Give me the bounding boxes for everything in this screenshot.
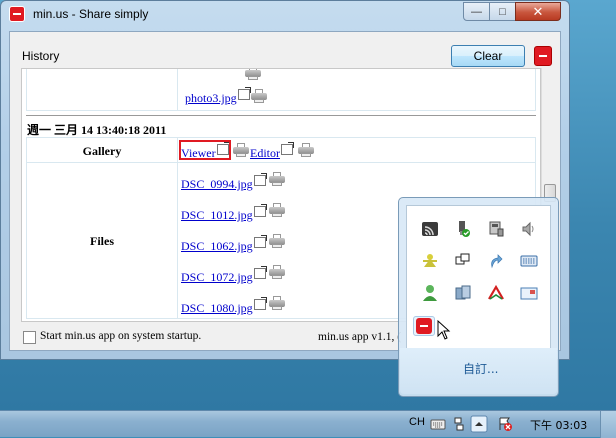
print-icon[interactable] bbox=[233, 143, 249, 157]
file-link[interactable]: DSC_1012.jpg bbox=[181, 204, 267, 223]
window-title: min.us - Share simply bbox=[33, 7, 149, 21]
antivirus-icon[interactable] bbox=[487, 284, 505, 302]
file-link[interactable]: photo3.jpg bbox=[185, 87, 251, 106]
highlight-box bbox=[179, 140, 231, 160]
startup-label[interactable]: Start min.us app on system startup. bbox=[40, 330, 201, 342]
history-block-previous: photo3.jpg bbox=[26, 69, 536, 111]
file-link[interactable]: DSC_1062.jpg bbox=[181, 235, 267, 254]
history-label: History bbox=[22, 49, 60, 63]
safely-remove-icon[interactable] bbox=[454, 220, 472, 238]
language-indicator[interactable]: CH bbox=[409, 416, 425, 428]
show-hidden-icons-icon[interactable] bbox=[470, 415, 488, 433]
update-arrow-icon[interactable] bbox=[487, 252, 505, 270]
startup-checkbox[interactable] bbox=[23, 331, 36, 344]
minus-app-icon[interactable] bbox=[413, 316, 437, 338]
history-timestamp: 週一 三月 14 13:40:18 2011 bbox=[27, 123, 167, 137]
external-link-icon[interactable] bbox=[253, 235, 267, 248]
taskbar: CH 下午 03:03 bbox=[0, 410, 616, 438]
user-icon[interactable] bbox=[421, 284, 439, 302]
file-link[interactable]: DSC_0994.jpg bbox=[181, 173, 267, 192]
external-link-icon[interactable] bbox=[253, 266, 267, 279]
print-icon[interactable] bbox=[298, 143, 314, 157]
minus-close-button[interactable] bbox=[534, 46, 552, 66]
maximize-button[interactable]: □ bbox=[489, 2, 516, 21]
display-icon[interactable] bbox=[454, 252, 472, 270]
external-link-icon[interactable] bbox=[281, 142, 294, 155]
wireless-icon[interactable] bbox=[421, 220, 439, 238]
divider bbox=[26, 115, 536, 116]
security-icon[interactable] bbox=[454, 284, 472, 302]
print-icon[interactable] bbox=[269, 296, 285, 310]
action-center-icon[interactable] bbox=[497, 416, 513, 432]
clear-button[interactable]: Clear bbox=[451, 45, 525, 67]
file-link[interactable]: DSC_1072.jpg bbox=[181, 266, 267, 285]
show-desktop-button[interactable] bbox=[600, 411, 616, 438]
print-icon[interactable] bbox=[269, 172, 285, 186]
print-icon[interactable] bbox=[251, 89, 267, 103]
keyboard-icon[interactable] bbox=[520, 252, 538, 270]
network-adapter-icon[interactable] bbox=[487, 220, 505, 238]
mail-icon[interactable] bbox=[520, 284, 538, 302]
print-icon[interactable] bbox=[245, 69, 261, 80]
gallery-label: Gallery bbox=[82, 144, 122, 158]
external-link-icon[interactable] bbox=[253, 297, 267, 310]
file-link[interactable]: DSC_1080.jpg bbox=[181, 297, 267, 316]
volume-icon[interactable] bbox=[520, 220, 538, 238]
network-small-icon[interactable] bbox=[453, 416, 465, 432]
print-icon[interactable] bbox=[269, 265, 285, 279]
keyboard-icon[interactable] bbox=[430, 416, 446, 432]
customize-link[interactable]: 自訂... bbox=[463, 360, 498, 377]
print-icon[interactable] bbox=[269, 203, 285, 217]
messenger-icon[interactable] bbox=[421, 252, 439, 270]
external-link-icon[interactable] bbox=[253, 204, 267, 217]
minus-app-icon bbox=[9, 6, 25, 22]
external-link-icon[interactable] bbox=[237, 87, 251, 100]
close-button[interactable]: ✕ bbox=[515, 2, 561, 21]
cursor-icon bbox=[437, 320, 451, 340]
minimize-button[interactable]: — bbox=[463, 2, 490, 21]
print-icon[interactable] bbox=[269, 234, 285, 248]
external-link-icon[interactable] bbox=[253, 173, 267, 186]
files-label: Files bbox=[90, 234, 114, 248]
clock[interactable]: 下午 03:03 bbox=[530, 417, 587, 433]
tray-overflow-flyout: 自訂... bbox=[398, 197, 559, 397]
version-label: min.us app v1.1, ( bbox=[318, 331, 402, 343]
editor-link[interactable]: Editor bbox=[250, 142, 294, 161]
